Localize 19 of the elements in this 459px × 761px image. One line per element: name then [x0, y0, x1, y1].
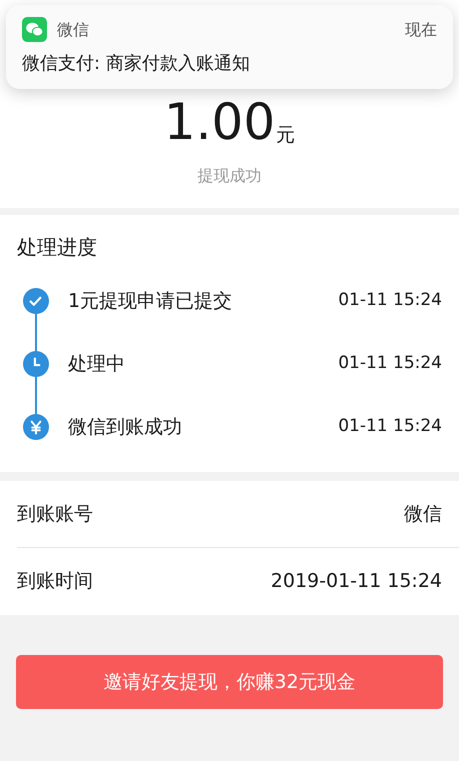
- currency-unit: 元: [276, 123, 296, 148]
- detail-value: 2019-01-11 15:24: [270, 569, 442, 594]
- detail-value: 微信: [404, 502, 442, 527]
- detail-label: 到账账号: [17, 502, 93, 527]
- detail-label: 到账时间: [17, 569, 93, 594]
- section-title: 处理进度: [17, 234, 98, 261]
- app-name: 微信: [57, 18, 90, 40]
- chat-app-icon: [22, 17, 47, 42]
- notification-message: 微信支付: 商家付款入账通知: [22, 52, 251, 76]
- step-time: 01-11 15:24: [338, 289, 442, 312]
- notification-time: 现在: [405, 18, 437, 40]
- step-time: 01-11 15:24: [338, 352, 442, 376]
- step-label: 1元提现申请已提交: [68, 288, 234, 314]
- notification-banner[interactable]: 微信 现在 微信支付: 商家付款入账通知: [6, 5, 453, 89]
- amount-value: 1.00: [164, 94, 276, 150]
- step-time: 01-11 15:24: [338, 415, 442, 438]
- step-label: 微信到账成功: [68, 414, 183, 440]
- step-label: 处理中: [68, 352, 126, 377]
- status-text: 提现成功: [198, 165, 262, 187]
